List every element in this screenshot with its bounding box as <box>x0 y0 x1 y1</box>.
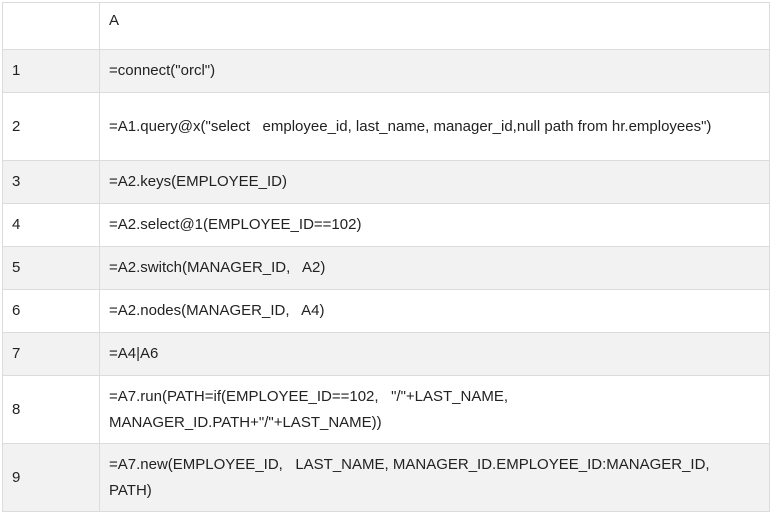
cell-a4[interactable]: =A2.select@1(EMPLOYEE_ID==102) <box>99 203 770 247</box>
cell-a5[interactable]: =A2.switch(MANAGER_ID, A2) <box>99 246 770 290</box>
row-number[interactable]: 1 <box>2 49 100 93</box>
corner-cell[interactable] <box>2 2 100 50</box>
cell-a7[interactable]: =A4|A6 <box>99 332 770 376</box>
cell-a2[interactable]: =A1.query@x("select employee_id, last_na… <box>99 92 770 161</box>
row-number[interactable]: 5 <box>2 246 100 290</box>
cell-a6[interactable]: =A2.nodes(MANAGER_ID, A4) <box>99 289 770 333</box>
cell-a3[interactable]: =A2.keys(EMPLOYEE_ID) <box>99 160 770 204</box>
row-number[interactable]: 8 <box>2 375 100 444</box>
code-grid: A 1 =connect("orcl") 2 =A1.query@x("sele… <box>2 2 770 512</box>
table-row: 9 =A7.new(EMPLOYEE_ID, LAST_NAME, MANAGE… <box>2 443 770 512</box>
row-number[interactable]: 9 <box>2 443 100 512</box>
cell-a8[interactable]: =A7.run(PATH=if(EMPLOYEE_ID==102, "/"+LA… <box>99 375 770 444</box>
table-row: 1 =connect("orcl") <box>2 49 770 93</box>
table-row: 6 =A2.nodes(MANAGER_ID, A4) <box>2 289 770 333</box>
table-row: 3 =A2.keys(EMPLOYEE_ID) <box>2 160 770 204</box>
column-header-a[interactable]: A <box>99 2 770 50</box>
header-row: A <box>2 2 770 50</box>
row-number[interactable]: 4 <box>2 203 100 247</box>
table-row: 4 =A2.select@1(EMPLOYEE_ID==102) <box>2 203 770 247</box>
cell-a1[interactable]: =connect("orcl") <box>99 49 770 93</box>
row-number[interactable]: 7 <box>2 332 100 376</box>
table-row: 5 =A2.switch(MANAGER_ID, A2) <box>2 246 770 290</box>
row-number[interactable]: 3 <box>2 160 100 204</box>
cell-a9[interactable]: =A7.new(EMPLOYEE_ID, LAST_NAME, MANAGER_… <box>99 443 770 512</box>
table-row: 7 =A4|A6 <box>2 332 770 376</box>
row-number[interactable]: 6 <box>2 289 100 333</box>
row-number[interactable]: 2 <box>2 92 100 161</box>
table-row: 8 =A7.run(PATH=if(EMPLOYEE_ID==102, "/"+… <box>2 375 770 444</box>
table-row: 2 =A1.query@x("select employee_id, last_… <box>2 92 770 161</box>
